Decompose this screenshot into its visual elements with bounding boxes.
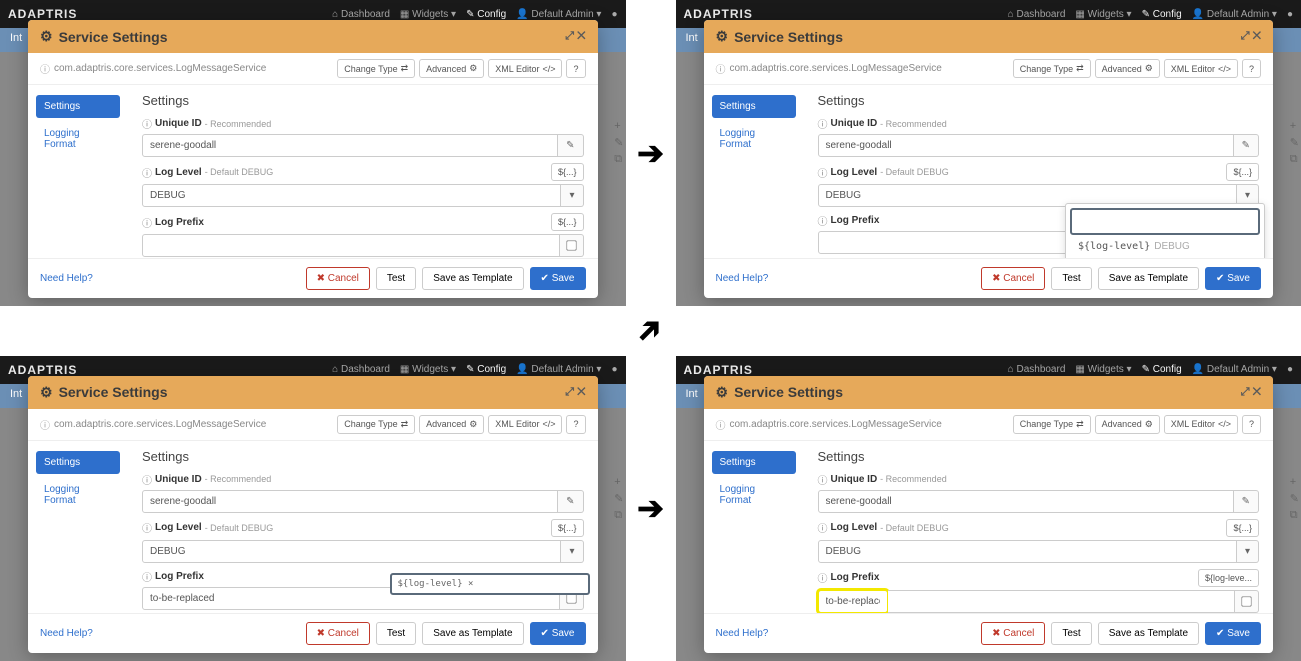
window-controls[interactable]: ⤢ ✕: [565, 30, 585, 43]
modal-sidebar: Settings Logging Format: [28, 85, 128, 258]
dropdown-search-input[interactable]: [1070, 208, 1260, 235]
nav-dashboard[interactable]: ⌂ Dashboard: [332, 9, 390, 20]
save-template-button[interactable]: Save as Template: [422, 267, 523, 290]
service-settings-modal: ⚙ Service Settings ⤢ ✕ ⓘcom.adaptris.cor…: [28, 20, 598, 298]
variable-dropdown[interactable]: ${log-level}DEBUG ${log-prefix}TEST- ${t…: [1065, 203, 1265, 258]
dropdown-item[interactable]: ${log-level}DEBUG: [1070, 237, 1260, 256]
cancel-button[interactable]: ✖ Cancel: [306, 267, 370, 290]
section-title: Settings: [142, 93, 584, 108]
dropdown-icon[interactable]: ▾: [561, 184, 583, 207]
log-prefix-input-highlighted[interactable]: [818, 590, 888, 613]
change-type-button[interactable]: Change Type ⇄: [337, 59, 415, 78]
xml-editor-button[interactable]: XML Editor </>: [488, 59, 562, 78]
var-button-log-prefix-full[interactable]: ${log-leve...: [1198, 569, 1259, 587]
var-button-log-prefix[interactable]: ${...}: [551, 213, 584, 231]
nav-admin[interactable]: 👤 Default Admin ▾: [516, 9, 601, 20]
arrow-right-2: ➔: [626, 356, 676, 661]
arrow-icon: ➔: [637, 134, 664, 172]
panel-1: ADAPTRIS ⌂ Dashboard ▦ Widgets ▾ ✎ Confi…: [0, 0, 626, 306]
log-level-input[interactable]: [142, 184, 561, 207]
tab-logging-format[interactable]: Logging Format: [36, 122, 120, 156]
edit-icon[interactable]: ✎: [558, 134, 583, 157]
modal-subheader: ⓘcom.adaptris.core.services.LogMessageSe…: [28, 53, 598, 85]
info-icon: ⓘ: [40, 61, 50, 76]
test-button[interactable]: Test: [376, 267, 416, 290]
settings-panel: Settings ⓘUnique ID- Recommended ✎ ⓘLog …: [128, 85, 598, 258]
advanced-button[interactable]: Advanced ⚙: [419, 59, 484, 78]
nav-widgets[interactable]: ▦ Widgets ▾: [400, 9, 456, 20]
variable-pill[interactable]: ${log-level} ×: [390, 573, 590, 595]
help-button[interactable]: ?: [566, 59, 585, 78]
nav-config[interactable]: ✎ Config: [466, 9, 506, 20]
tab-settings[interactable]: Settings: [36, 95, 120, 118]
puzzle-icon: ⚙: [40, 28, 53, 45]
info-icon: ⓘ: [142, 116, 152, 131]
panel-4: ADAPTRIS⌂ Dashboard▦ Widgets ▾✎ Config👤 …: [676, 356, 1301, 661]
save-button[interactable]: ✔ Save: [530, 267, 586, 290]
arrow-right-1: ➔: [626, 0, 676, 306]
arrow-down: ➔: [626, 306, 676, 356]
modal-header: ⚙ Service Settings ⤢ ✕: [28, 20, 598, 53]
dropdown-item[interactable]: ${log-prefix}TEST-: [1070, 256, 1260, 258]
info-icon: ⓘ: [142, 215, 152, 230]
need-help-link[interactable]: Need Help?: [40, 273, 93, 284]
log-prefix-input[interactable]: [142, 234, 560, 257]
panel-3: ADAPTRIS⌂ Dashboard▦ Widgets ▾✎ Config👤 …: [0, 356, 626, 661]
service-classpath: ⓘcom.adaptris.core.services.LogMessageSe…: [40, 61, 266, 76]
modal-title: Service Settings: [59, 29, 168, 45]
info-icon: ⓘ: [142, 165, 152, 180]
panel-2: ADAPTRIS⌂ Dashboard▦ Widgets ▾✎ Config👤 …: [676, 0, 1301, 306]
unique-id-input[interactable]: [142, 134, 558, 157]
var-button-log-level[interactable]: ${...}: [551, 163, 584, 181]
checkbox-addon[interactable]: [560, 234, 584, 257]
nav-status-dot: ●: [611, 9, 617, 20]
right-gutter: +✎⧉: [614, 120, 623, 166]
app-logo: ADAPTRIS: [8, 7, 77, 21]
modal-footer: Need Help? ✖ Cancel Test Save as Templat…: [28, 258, 598, 298]
